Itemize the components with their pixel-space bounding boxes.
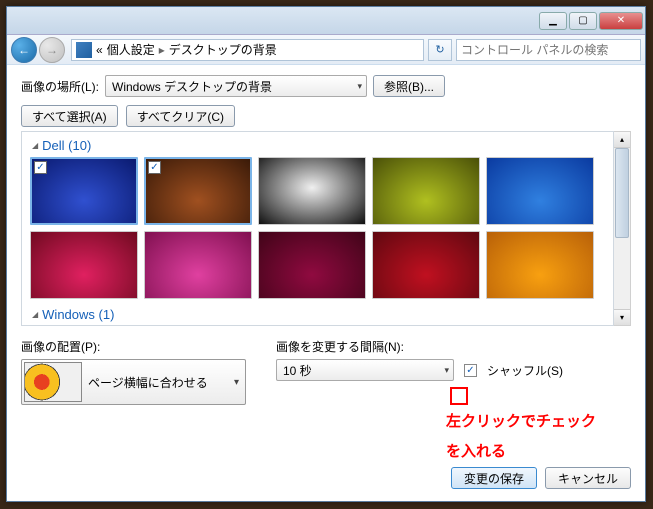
address-bar[interactable]: « 個人設定 ▸ デスクトップの背景 [71,39,424,61]
group-dell-title[interactable]: Dell (10) [28,136,607,157]
fit-label: 画像の配置(P): [21,338,246,355]
scroll-track[interactable] [614,148,630,309]
gallery-wrap: Dell (10) ✓✓ Windows (1) ▴ ▾ [21,131,631,326]
wallpaper-thumb[interactable] [372,231,480,299]
shuffle-label: シャッフル(S) [487,362,563,379]
thumb-checkbox[interactable]: ✓ [34,161,47,174]
wallpaper-thumb[interactable] [486,231,594,299]
breadcrumb-page[interactable]: デスクトップの背景 [169,41,277,58]
scroll-up-button[interactable]: ▴ [614,132,630,148]
minimize-button[interactable]: ▁ [539,12,567,30]
interval-combo[interactable]: 10 秒 [276,359,454,381]
wallpaper-thumb[interactable] [486,157,594,225]
footer: 変更の保存 キャンセル [451,467,631,489]
clear-all-button[interactable]: すべてクリア(C) [126,105,235,127]
location-row: 画像の場所(L): Windows デスクトップの背景 参照(B)... [21,75,631,97]
category-icon [76,42,92,58]
wallpaper-thumb[interactable] [30,231,138,299]
select-all-button[interactable]: すべて選択(A) [21,105,118,127]
window: ▁ ▢ ✕ ← → « 個人設定 ▸ デスクトップの背景 ↻ 画像の場所(L):… [6,6,646,502]
location-label: 画像の場所(L): [21,78,99,95]
options-row: 画像の配置(P): ページ横幅に合わせる 画像を変更する間隔(N): 10 秒 … [21,338,631,405]
fit-preview-icon [24,362,82,402]
fit-value: ページ横幅に合わせる [88,374,208,391]
wallpaper-thumb[interactable]: ✓ [30,157,138,225]
thumb-checkbox[interactable]: ✓ [148,161,161,174]
wallpaper-thumb[interactable] [372,157,480,225]
selection-row: すべて選択(A) すべてクリア(C) [21,105,631,127]
scroll-down-button[interactable]: ▾ [614,309,630,325]
breadcrumb-category[interactable]: 個人設定 [107,41,155,58]
scroll-thumb[interactable] [615,148,629,238]
search-input[interactable] [456,39,641,61]
cancel-button[interactable]: キャンセル [545,467,631,489]
titlebar: ▁ ▢ ✕ [7,7,645,35]
wallpaper-thumb[interactable]: ✓ [144,157,252,225]
back-button[interactable]: ← [11,37,37,63]
group-windows-title[interactable]: Windows (1) [28,305,607,326]
content: 画像の場所(L): Windows デスクトップの背景 参照(B)... すべて… [7,65,645,415]
forward-button: → [39,37,65,63]
location-combo[interactable]: Windows デスクトップの背景 [105,75,367,97]
interval-col: 画像を変更する間隔(N): 10 秒 ✓ シャッフル(S) [276,338,563,405]
scrollbar[interactable]: ▴ ▾ [614,131,631,326]
fit-col: 画像の配置(P): ページ横幅に合わせる [21,338,246,405]
wallpaper-thumb[interactable] [258,157,366,225]
interval-label: 画像を変更する間隔(N): [276,338,563,355]
navbar: ← → « 個人設定 ▸ デスクトップの背景 ↻ [7,35,645,65]
breadcrumb-sep-icon: ▸ [159,43,165,57]
wallpaper-thumb[interactable] [144,231,252,299]
maximize-button[interactable]: ▢ [569,12,597,30]
browse-button[interactable]: 参照(B)... [373,75,445,97]
fit-combo[interactable]: ページ横幅に合わせる [21,359,246,405]
thumbs-dell: ✓✓ [28,157,607,299]
breadcrumb-chevrons: « [96,43,103,57]
wallpaper-thumb[interactable] [258,231,366,299]
close-button[interactable]: ✕ [599,12,643,30]
shuffle-checkbox[interactable]: ✓ [464,364,477,377]
refresh-button[interactable]: ↻ [428,39,452,61]
gallery: Dell (10) ✓✓ Windows (1) [21,131,614,326]
save-button[interactable]: 変更の保存 [451,467,537,489]
